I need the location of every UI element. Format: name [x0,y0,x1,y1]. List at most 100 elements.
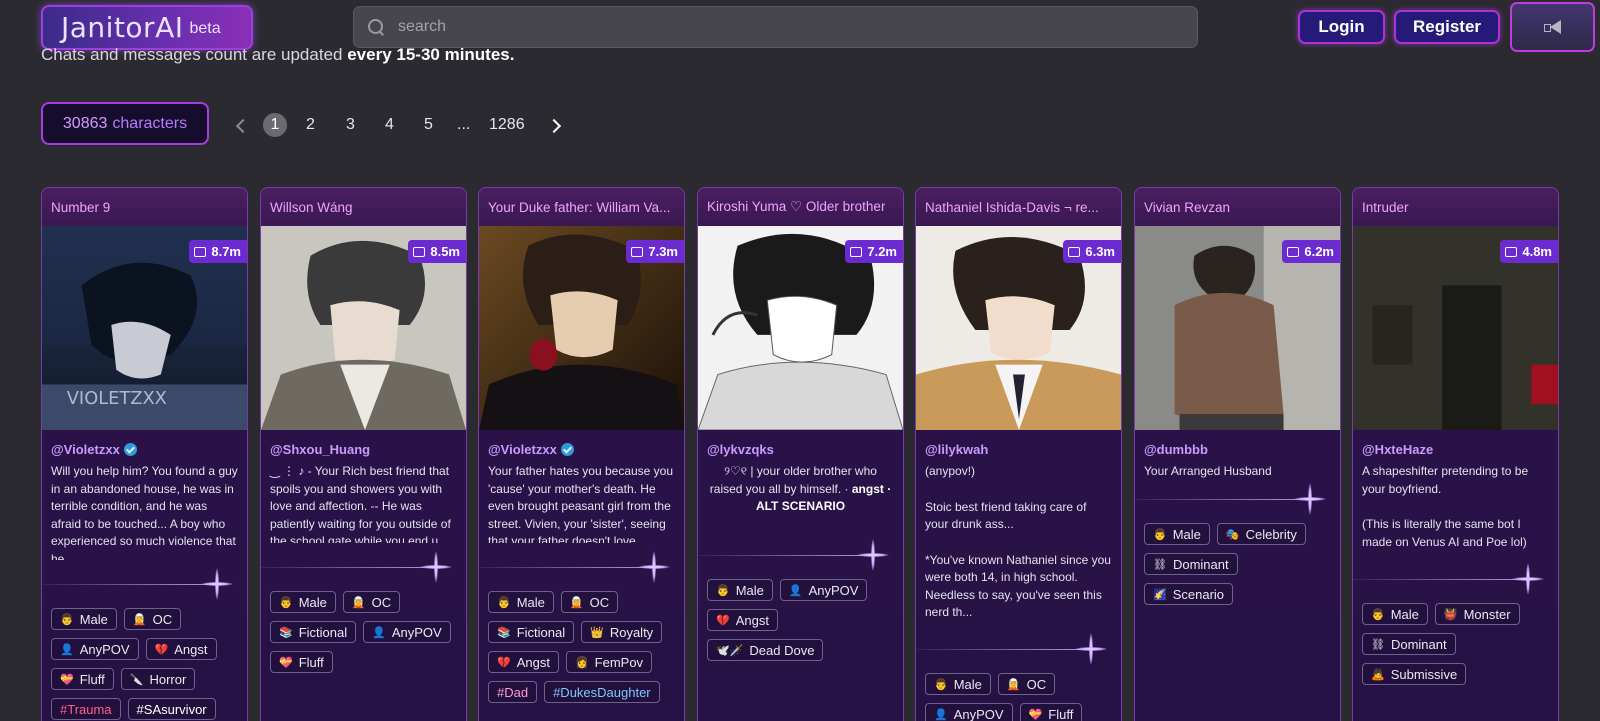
character-avatar[interactable]: VIOLETZXX 8.7m [42,226,247,432]
notice-bold: every 15-30 minutes. [347,48,515,64]
tag[interactable]: 👨 Male [707,579,773,601]
tag[interactable]: 💔 Angst [488,651,559,673]
tag-list: 👨 Male 🎭 Celebrity ⛓ Dominant 🌠 Scenario [1135,523,1340,605]
sparkle-icon [638,551,670,583]
verified-icon [123,443,137,456]
tag[interactable]: 👨 Male [488,591,554,613]
hashtag[interactable]: #DukesDaughter [544,681,660,703]
character-card[interactable]: Kiroshi Yuma ♡ Older brother 7.2m @lykvz… [697,187,904,721]
tag[interactable]: 🧝 OC [342,591,401,613]
page-last[interactable]: 1286 [489,116,525,134]
tag[interactable]: 👹 Monster [1434,603,1520,625]
tag-list: 👨 Male 👹 Monster ⛓ Dominant 🙇 Submissive [1353,603,1558,685]
character-avatar[interactable]: 6.3m [916,226,1121,432]
chat-icon [413,246,426,257]
creator-link[interactable]: @Shxou_Huang [261,432,466,457]
tag[interactable]: 🕊️🗡️ Dead Dove [707,639,824,661]
tag[interactable]: 🧝 OC [560,591,619,613]
page-2[interactable]: 2 [306,116,315,134]
search-bar[interactable] [353,6,1198,48]
card-title: Vivian Revzan [1135,188,1340,226]
creator-link[interactable]: @Violetzxx [479,432,684,457]
janitorai-logo[interactable]: JanitorAI beta [41,5,253,50]
tag[interactable]: 👨 Male [270,591,336,613]
next-page-icon[interactable] [546,118,562,134]
creator-link[interactable]: @HxteHaze [1353,432,1558,457]
chat-icon [850,246,863,257]
update-notice: Chats and messages count are updated eve… [41,48,514,68]
tag[interactable]: 📚 Fictional [270,621,357,643]
creator-link[interactable]: @lykvzqks [698,432,903,457]
tag[interactable]: 🔪 Horror [120,668,196,690]
tag[interactable]: 💔 Angst [145,638,217,660]
card-description: ୨♡୧ | your older brother who raised you … [709,464,892,513]
character-avatar[interactable]: 6.2m [1135,226,1340,432]
tag[interactable]: 👤 AnyPOV [779,579,868,601]
tag[interactable]: 👑 Royalty [581,621,663,643]
login-button[interactable]: Login [1298,10,1385,44]
tag[interactable]: 💝 Fluff [270,651,333,673]
page-5[interactable]: 5 [424,116,433,134]
creator-link[interactable]: @dumbbb [1135,432,1340,457]
card-description: (anypov!) Stoic best friend taking care … [925,464,1111,619]
page-3[interactable]: 3 [346,116,355,134]
tag[interactable]: 🌠 Scenario [1144,583,1234,605]
tag[interactable]: 🎭 Celebrity [1216,523,1306,545]
tag[interactable]: 👨 Male [1362,603,1428,625]
card-divider [1135,479,1340,519]
tag[interactable]: 👤 AnyPOV [51,638,139,660]
character-avatar[interactable]: 4.8m [1353,226,1558,432]
verified-icon [560,443,574,456]
tag[interactable]: 📚 Fictional [488,621,575,643]
card-title: Nathaniel Ishida-Davis ¬ re... [916,188,1121,226]
tag[interactable]: 💔 Angst [707,609,778,631]
tag[interactable]: 👨 Male [1144,523,1210,545]
tag[interactable]: 💝 Fluff [51,668,114,690]
register-button[interactable]: Register [1394,10,1500,44]
prev-page-icon[interactable] [235,118,251,134]
character-card[interactable]: Vivian Revzan 6.2m @dumbbb Your Arranged… [1134,187,1341,721]
chat-count-badge: 6.3m [1063,240,1121,263]
creator-link[interactable]: @lilykwah [916,432,1121,457]
chat-icon [194,246,207,257]
tag[interactable]: 👤 AnyPOV [925,703,1013,721]
card-divider [916,629,1121,669]
page-4[interactable]: 4 [385,116,394,134]
character-card[interactable]: Nathaniel Ishida-Davis ¬ re... 6.3m @lil… [915,187,1122,721]
tag[interactable]: 🧝 OC [997,673,1056,695]
page-ellipsis: ... [457,116,471,133]
chat-icon [631,246,644,257]
card-description: ‿ ⋮ ♪ - Your Rich best friend that spoil… [270,464,451,543]
tag-list: 👨 Male 🧝 OC 📚 Fictional 👤 AnyPOV 💝 Fluff [261,591,466,673]
hashtag[interactable]: #Dad [488,681,538,703]
card-divider [261,547,466,587]
tag[interactable]: 👨 Male [51,608,117,630]
sparkle-icon [201,568,233,600]
character-count-label: characters [112,114,188,132]
character-avatar[interactable]: 7.2m [698,226,903,432]
tag[interactable]: ⛓ Dominant [1144,553,1238,575]
tag[interactable]: 👤 AnyPOV [363,621,451,643]
character-card[interactable]: Willson Wáng 8.5m @Shxou_Huang ‿ ⋮ ♪ - Y… [260,187,467,721]
search-input[interactable] [398,18,1178,36]
chat-count-badge: 7.3m [626,240,684,263]
character-card[interactable]: Intruder 4.8m @HxteHaze A shapeshifter p… [1352,187,1559,721]
tag[interactable]: ⛓ Dominant [1362,633,1456,655]
character-card[interactable]: Your Duke father: William Va... 7.3m @Vi… [478,187,685,721]
page-1[interactable]: 1 [263,113,287,137]
creator-link[interactable]: @Violetzxx [42,432,247,457]
tag-list: 👨 Male 🧝 OC 📚 Fictional 👑 Royalty 💔 Angst 👩 Fe… [479,591,684,703]
tag-list: 👨 Male 👤 AnyPOV 💔 Angst 🕊️🗡️ Dead Dove [698,579,903,661]
tag[interactable]: 👩 FemPov [565,651,653,673]
tag[interactable]: 🙇 Submissive [1362,663,1467,685]
announcement-button[interactable] [1510,2,1595,52]
character-count-number: 30863 [62,114,108,132]
tag[interactable]: 🧝 OC [123,608,182,630]
character-avatar[interactable]: 7.3m [479,226,684,432]
tag[interactable]: 👨 Male [925,673,991,695]
tag[interactable]: 💝 Fluff [1019,703,1083,721]
hashtag[interactable]: #SAsurvivor [127,698,216,720]
character-avatar[interactable]: 8.5m [261,226,466,432]
character-card[interactable]: Number 9 VIOLETZXX 8.7m @Violetzxx Will … [41,187,248,721]
hashtag[interactable]: #Trauma [51,698,121,720]
